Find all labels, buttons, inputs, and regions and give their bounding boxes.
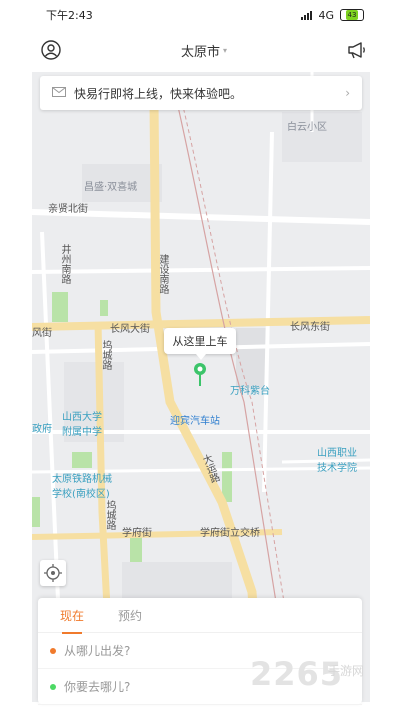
user-icon[interactable] [40,39,62,61]
from-dot-icon [50,647,56,654]
chevron-down-icon: ▾ [223,45,228,55]
map-label: 太原铁路机械学校(南校区) [52,474,112,500]
battery-icon: 43 [340,9,364,21]
pickup-pin-icon [193,362,207,392]
to-placeholder: 你要去哪儿? [64,680,131,694]
chevron-right-icon: › [345,86,350,100]
tab-reserve[interactable]: 预约 [118,607,142,624]
map-label: 迎宾汽车站 [170,416,220,427]
map-label: 白云小区 [287,122,327,133]
locate-button[interactable] [40,560,66,586]
battery-level: 43 [345,10,359,20]
map-label: 风街 [32,328,52,339]
notice-bar[interactable]: 快易行即将上线，快来体验吧。 › [40,76,362,110]
network-type: 4G [318,8,334,22]
tab-now[interactable]: 现在 [60,607,84,634]
status-indicators: 4G 43 [301,9,364,22]
map-label: 建设南路 [157,254,168,294]
status-time: 下午2:43 [46,9,93,22]
map-label: 昌盛·双喜城 [84,182,138,193]
map-label: 长风东街 [290,322,330,333]
notice-text: 快易行即将上线，快来体验吧。 [74,86,243,101]
map-label: 井州南路 [59,244,70,284]
tab-bar: 现在 预约 [38,598,362,634]
mail-icon [52,86,66,100]
phone-screen: 下午2:43 4G 43 太原市 ▾ 白云小区 昌盛·双喜城 亲贤北街 井州南路… [0,0,400,711]
map-label: 山西大学附属中学 [62,412,102,438]
status-bar: 下午2:43 4G 43 [0,0,400,30]
crosshair-icon [44,564,62,582]
map-label: 坞城路 [100,340,111,370]
to-dot-icon [50,683,56,690]
signal-icon [301,10,313,20]
map-label: 亲贤北街 [48,204,88,215]
map-label: 学府街立交桥 [200,528,260,539]
map-label: 万科紫台 [230,386,270,397]
megaphone-icon[interactable] [346,39,368,61]
map-label: 坞城路 [104,500,115,530]
app-bar: 太原市 ▾ [0,30,400,70]
watermark-site: 手游网 [328,664,365,678]
from-placeholder: 从哪儿出发? [64,644,131,658]
map-label: 学府街 [122,528,152,539]
map-label: 政府 [32,424,52,435]
city-name: 太原市 [180,44,220,60]
pickup-bubble[interactable]: 从这里上车 [164,328,236,360]
city-selector[interactable]: 太原市 ▾ [181,41,227,60]
map-label: 山西职业技术学院 [317,448,357,474]
map-label: 长风大街 [110,324,150,335]
